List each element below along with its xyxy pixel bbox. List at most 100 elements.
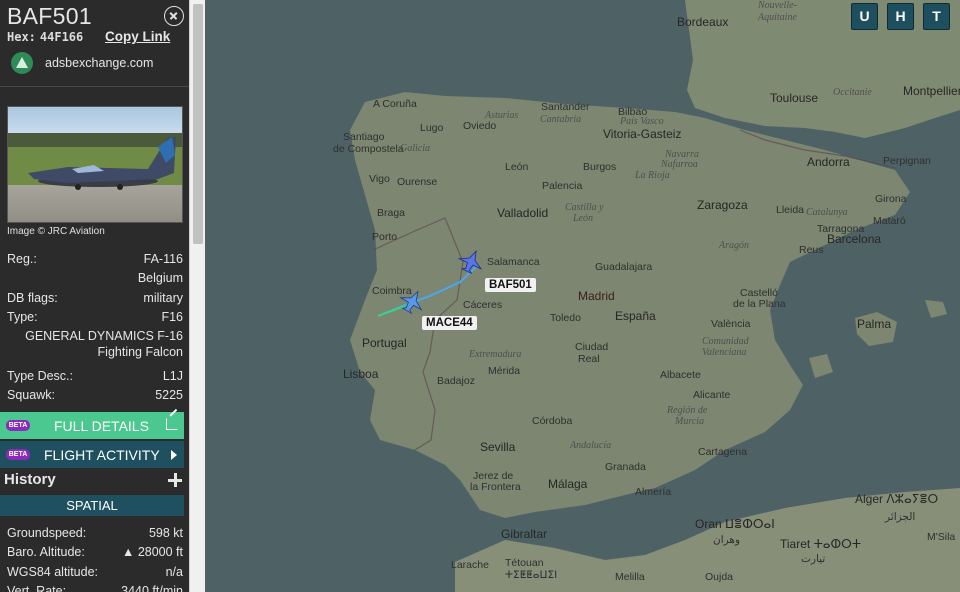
aircraft-callsign: BAF501 (7, 3, 92, 29)
beta-badge: BETA (6, 449, 30, 460)
chevron-right-icon (171, 450, 177, 460)
vert-rate-value: 3440 ft/min (121, 584, 183, 592)
full-details-button[interactable]: BETA FULL DETAILS (0, 412, 184, 439)
adsbexchange-logo-icon (11, 52, 33, 74)
label-espana: España (615, 309, 656, 323)
label-castello-plana: de la Plana (733, 298, 786, 310)
label-granada: Granada (605, 461, 646, 473)
label-aquitaine: Aquitaine (757, 12, 797, 23)
label-valencia: València (711, 318, 751, 330)
groundspeed-value: 598 kt (148, 526, 183, 540)
plus-icon[interactable] (168, 473, 182, 487)
label-montpellier: Montpellier (903, 84, 960, 98)
sidebar-scrollbar[interactable] (189, 0, 205, 592)
label-tetouan-tifinagh: ⵜⵉⵟⵟⴰⵡⵉⵏ (505, 569, 557, 581)
label-aragon: Aragón (718, 240, 749, 251)
aircraft-label-baf501[interactable]: BAF501 (485, 278, 536, 292)
label-oran-ar: وهران (713, 534, 740, 546)
type-desc-value: L1J (162, 369, 183, 383)
flight-activity-button[interactable]: BETA FLIGHT ACTIVITY (0, 441, 184, 468)
label-almeria: Almería (635, 486, 671, 498)
groundspeed-label: Groundspeed: (7, 526, 87, 540)
map-canvas[interactable]: Bordeaux Nouvelle- Aquitaine Toulouse Oc… (205, 0, 960, 592)
label-reus: Reus (799, 244, 824, 256)
squawk-value: 5225 (155, 388, 183, 402)
label-ciudad-real: Ciudad (575, 341, 608, 353)
beta-badge: BETA (6, 420, 30, 431)
label-tiaret: Tiaret ⵜⴰⵀⵔⵜ (780, 537, 861, 551)
label-andalucia: Andalucía (569, 440, 611, 451)
country-value: Belgium (137, 271, 183, 285)
label-region-murcia: Región de (666, 405, 708, 416)
type-full-name-line2: Fighting Falcon (97, 345, 183, 359)
map-view[interactable]: Bordeaux Nouvelle- Aquitaine Toulouse Oc… (205, 0, 960, 592)
label-valladolid: Valladolid (497, 206, 548, 220)
hex-value: 44F166 (39, 30, 84, 44)
data-source-text: adsbexchange.com (45, 56, 154, 70)
label-lisboa: Lisboa (343, 367, 379, 381)
label-caceres: Cáceres (463, 299, 502, 311)
type-label: Type: (7, 310, 38, 324)
scrollbar-thumb[interactable] (193, 4, 203, 244)
copy-link[interactable]: Copy Link (105, 29, 170, 44)
label-mataro: Mataró (873, 215, 906, 227)
label-ourense: Ourense (397, 176, 437, 188)
label-palma: Palma (857, 317, 891, 331)
label-nouvelle-aquitaine: Nouvelle- (757, 0, 797, 11)
map-button-h[interactable]: H (887, 3, 914, 30)
label-portugal: Portugal (362, 336, 407, 350)
label-de-compostela: de Compostela (333, 143, 404, 155)
aircraft-photo[interactable] (7, 106, 183, 223)
db-flags-label: DB flags: (7, 291, 58, 305)
label-sevilla: Sevilla (480, 440, 516, 454)
flight-activity-label: FLIGHT ACTIVITY (44, 447, 160, 463)
label-malaga: Málaga (548, 477, 588, 491)
photo-credit: Image © JRC Aviation (7, 226, 105, 237)
baro-altitude-label: Baro. Altitude: (7, 545, 85, 559)
hex-label: Hex: (7, 30, 36, 44)
divider (0, 86, 189, 87)
label-nafarroa: Nafarroa (660, 159, 698, 170)
label-vigo: Vigo (369, 173, 390, 185)
reg-value: FA-116 (143, 252, 183, 266)
map-button-u[interactable]: U (851, 3, 878, 30)
aircraft-label-mace44[interactable]: MACE44 (422, 316, 477, 330)
history-section-header[interactable]: History (0, 468, 189, 493)
label-toulouse: Toulouse (770, 91, 818, 105)
label-girona: Girona (875, 193, 907, 205)
label-tiaret-ar: تيارت (801, 553, 825, 565)
label-oran: Oran ⵡⴻⵀⵔⴰⵏ (695, 517, 775, 531)
label-castilla: Castilla y (565, 202, 604, 213)
reg-label: Reg.: (7, 252, 37, 266)
vert-rate-label: Vert. Rate: (7, 584, 67, 592)
label-salamanca: Salamanca (487, 256, 540, 268)
label-castilla-leon: León (572, 213, 593, 224)
spatial-section-header[interactable]: SPATIAL (0, 495, 184, 516)
label-merida: Mérida (488, 365, 520, 377)
label-jerez2: la Frontera (470, 481, 521, 493)
wgs84-altitude-label: WGS84 altitude: (7, 565, 99, 579)
label-madrid: Madrid (578, 289, 615, 303)
aircraft-info-panel: BAF501 Hex: 44F166 Copy Link adsbexchange… (0, 0, 189, 592)
map-button-t[interactable]: T (923, 3, 950, 30)
label-lugo: Lugo (420, 122, 444, 134)
label-braga: Braga (377, 207, 405, 219)
menorca-island (925, 300, 947, 318)
ibiza-island (809, 354, 833, 378)
label-galicia: Galicia (400, 143, 430, 154)
label-leon: León (505, 161, 529, 173)
full-details-label: FULL DETAILS (54, 418, 149, 434)
label-cantabria: Cantabria (540, 114, 581, 125)
label-oujda: Oujda (705, 571, 733, 583)
label-albacete: Albacete (660, 369, 701, 381)
close-panel-button[interactable] (164, 6, 184, 26)
label-m-sila: M'Sila (927, 531, 955, 543)
label-ciudad-real2: Real (578, 353, 600, 365)
label-alicante: Alicante (693, 389, 731, 401)
label-guadalajara: Guadalajara (595, 261, 652, 273)
label-gibraltar: Gibraltar (501, 527, 547, 541)
label-santiago: Santiago (343, 131, 385, 143)
label-lleida: Lleida (776, 204, 804, 216)
label-larache: Larache (451, 559, 489, 571)
label-coimbra: Coimbra (372, 285, 412, 297)
